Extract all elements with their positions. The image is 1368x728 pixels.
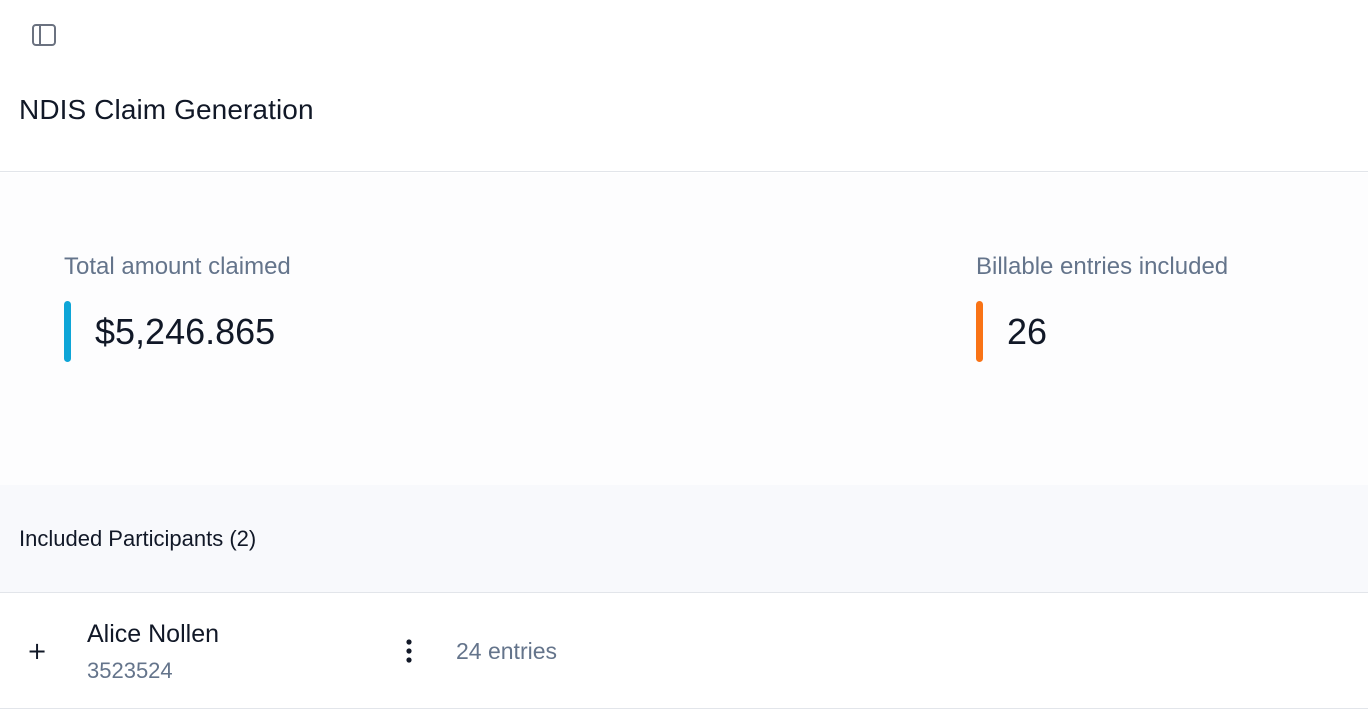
total-amount-stat: Total amount claimed $5,246.865	[64, 253, 291, 362]
sidebar-toggle-button[interactable]	[28, 20, 60, 50]
total-amount-label: Total amount claimed	[64, 253, 291, 280]
vertical-ellipsis-icon	[406, 639, 412, 663]
billable-entries-value-row: 26	[976, 301, 1228, 362]
total-amount-value: $5,246.865	[95, 310, 276, 352]
page-header: NDIS Claim Generation	[0, 0, 1368, 172]
sidebar-panel-icon	[32, 24, 56, 46]
participant-row[interactable]: + Alice Nollen 3523524 24 entries	[0, 594, 1368, 709]
participant-menu-button[interactable]	[394, 634, 424, 668]
billable-entries-accent-bar	[976, 301, 983, 362]
participant-id: 3523524	[87, 658, 173, 683]
page-title: NDIS Claim Generation	[19, 94, 314, 125]
billable-entries-label: Billable entries included	[976, 253, 1229, 280]
participant-entries-count: 24 entries	[456, 638, 558, 664]
participants-title: Included Participants (2)	[19, 526, 257, 551]
total-amount-accent-bar	[64, 301, 71, 362]
claim-summary: Total amount claimed $5,246.865 Billable…	[0, 173, 1368, 485]
participants-section-header: Included Participants (2)	[0, 485, 1368, 593]
billable-entries-stat: Billable entries included 26	[976, 253, 1228, 362]
participant-name: Alice Nollen	[87, 620, 220, 648]
expand-participant-button[interactable]: +	[22, 636, 52, 666]
billable-entries-value: 26	[1007, 310, 1048, 352]
total-amount-value-row: $5,246.865	[64, 301, 291, 362]
